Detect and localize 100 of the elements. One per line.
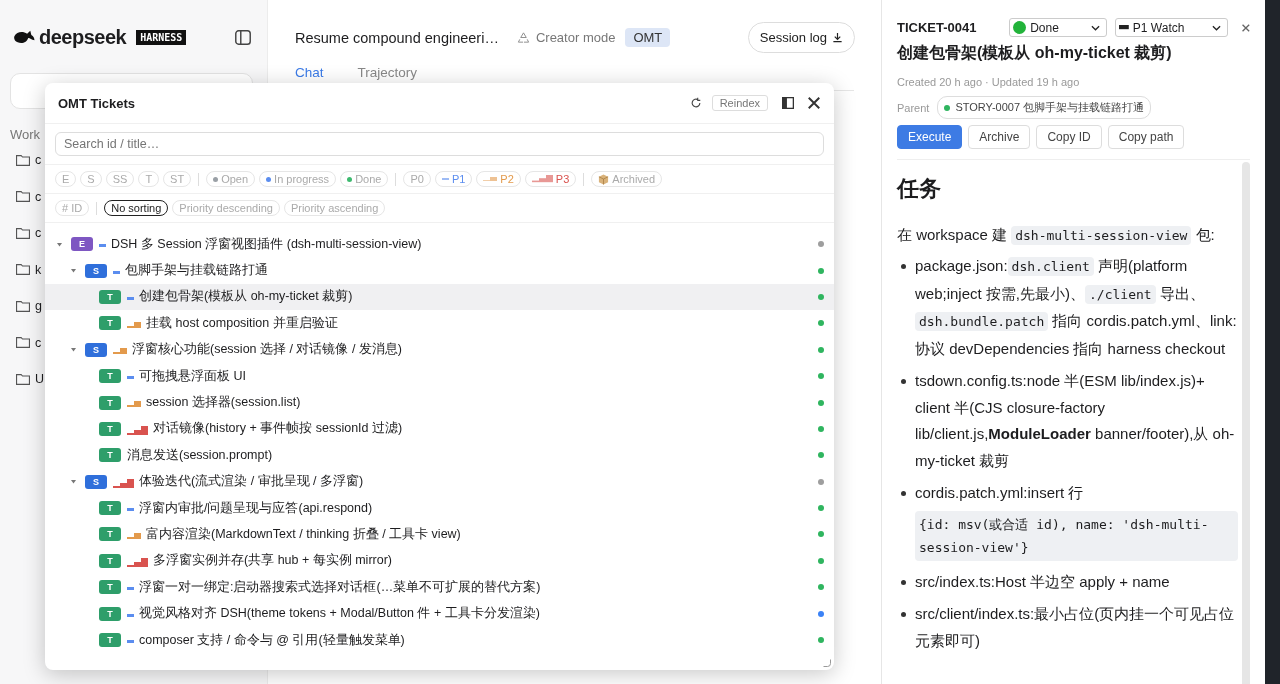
sidebar-toggle-icon[interactable]: [235, 30, 251, 45]
ticket-row[interactable]: T 可拖拽悬浮面板 UI: [45, 362, 834, 390]
ticket-title: 挂载 host composition 并重启验证: [146, 314, 339, 332]
ticket-id: TICKET-0041: [897, 20, 978, 35]
close-icon[interactable]: [808, 97, 820, 109]
dialog-title: OMT Tickets: [58, 95, 137, 111]
scrollbar[interactable]: [1242, 162, 1250, 684]
ticket-title: 包脚手架与挂载链路打通: [125, 262, 269, 280]
ticket-title: DSH 多 Session 浮窗视图插件 (dsh-multi-session-view): [111, 235, 423, 253]
expand-caret-icon[interactable]: [71, 479, 76, 485]
folder-icon: [16, 154, 30, 166]
ticket-row[interactable]: T 富内容渲染(MarkdownText / thinking 折叠 / 工具卡 view): [45, 521, 834, 548]
action-button[interactable]: Archive: [968, 125, 1031, 149]
bullet-dot: [901, 579, 906, 585]
ticket-row[interactable]: T 对话镜像(history + 事件帧按 sessionId 过滤): [45, 415, 834, 443]
mode-label: Creator mode: [535, 30, 616, 45]
folder-icon: [16, 300, 30, 312]
ticket-row[interactable]: S 浮窗核心功能(session 选择 / 对话镜像 / 发消息): [45, 336, 834, 363]
ticket-row[interactable]: T 消息发送(session.prompt): [45, 442, 834, 469]
folder-name[interactable]: c: [35, 226, 42, 241]
reindex-button[interactable]: Reindex: [711, 95, 768, 111]
resize-handle-icon[interactable]: [823, 659, 831, 667]
session-log-button[interactable]: Session log: [747, 22, 855, 53]
bullet-dot: [901, 491, 906, 496]
session-title: Resume compound engineeri…: [295, 29, 499, 46]
ticket-row[interactable]: T 视觉风格对齐 DSH(theme tokens + Modal/Button 件 + 工具卡分发渲染): [45, 600, 834, 627]
folder-icon: [16, 227, 30, 239]
ticket-title: 消息发送(session.prompt): [127, 446, 274, 464]
type-badge: T: [99, 448, 121, 463]
whale-icon: [14, 30, 35, 45]
ticket-row[interactable]: T 多浮窗实例并存(共享 hub + 每实例 mirror): [45, 547, 834, 575]
type-badge: T: [99, 553, 121, 568]
ticket-row[interactable]: T composer 支持 / 命令与 @ 引用(轻量触发菜单): [45, 626, 834, 654]
expand-caret-icon[interactable]: [71, 347, 76, 353]
type-badge: T: [99, 369, 121, 384]
action-button[interactable]: Copy ID: [1036, 125, 1102, 149]
edition-badge: HARNESS: [136, 30, 187, 45]
ticket-title: 体验迭代(流式渲染 / 审批呈现 / 多浮窗): [139, 473, 365, 491]
refresh-icon[interactable]: [689, 97, 702, 109]
ticket-title: 创建包骨架(模板从 oh-my-ticket 裁剪): [897, 43, 1173, 63]
folder-name[interactable]: c: [35, 153, 42, 168]
ticket-title: 浮窗核心功能(session 选择 / 对话镜像 / 发消息): [132, 341, 404, 359]
parent-link[interactable]: STORY-0007 包脚手架与挂载链路打通: [937, 96, 1152, 119]
type-badge: T: [99, 606, 121, 621]
type-badge: T: [99, 395, 121, 410]
section-label: Work: [10, 127, 42, 142]
ticket-title: 浮窗一对一绑定:启动器搜索式选择对话框(…菜单不可扩展的替代方案): [139, 578, 542, 596]
folder-name[interactable]: c: [35, 335, 42, 350]
ticket-title: composer 支持 / 命令与 @ 引用(轻量触发菜单): [139, 631, 406, 649]
ticket-row[interactable]: T 挂载 host composition 并重启验证: [45, 310, 834, 337]
omt-badge: OMT: [625, 28, 671, 47]
action-button[interactable]: Execute: [897, 125, 963, 149]
type-badge: T: [99, 421, 121, 436]
folder-name[interactable]: U: [35, 372, 45, 387]
ticket-title: 多浮窗实例并存(共享 hub + 每实例 mirror): [153, 552, 393, 570]
ticket-row[interactable]: E DSH 多 Session 浮窗视图插件 (dsh-multi-session-view): [45, 231, 834, 258]
parent-label: Parent: [897, 101, 930, 114]
priority-select[interactable]: P1 Watch: [1115, 18, 1229, 37]
box-icon: [598, 173, 610, 185]
type-badge: T: [99, 316, 121, 331]
search-field[interactable]: Search id / title…: [55, 132, 824, 156]
type-badge: S: [85, 474, 107, 489]
bullet-dot: [901, 612, 906, 617]
caret-icon: [1091, 24, 1100, 31]
ticket-row[interactable]: T 创建包骨架(模板从 oh-my-ticket 裁剪): [45, 283, 834, 311]
type-badge: S: [85, 342, 107, 357]
folder-name[interactable]: g: [35, 299, 42, 314]
section-heading: 任务: [897, 175, 942, 203]
priority-bars-icon: [483, 176, 498, 182]
action-button[interactable]: Copy path: [1107, 125, 1185, 149]
folder-icon: [16, 373, 30, 385]
folder-name[interactable]: k: [35, 262, 42, 277]
paragraph: 在 workspace 建 dsh-multi-session-view 包:: [897, 225, 1216, 247]
download-icon: [832, 32, 843, 43]
type-badge: S: [85, 263, 107, 278]
ticket-meta: Created 20 h ago · Updated 19 h ago: [897, 76, 1081, 88]
ticket-row[interactable]: S 包脚手架与挂载链路打通: [45, 257, 834, 284]
ticket-title: 浮窗内审批/问题呈现与应答(api.respond): [139, 499, 374, 517]
ticket-title: session 选择器(session.list): [146, 394, 302, 412]
dock-icon[interactable]: [782, 97, 794, 109]
type-badge: T: [99, 633, 121, 648]
expand-caret-icon[interactable]: [57, 241, 62, 247]
type-badge: E: [71, 237, 93, 252]
ticket-title: 创建包骨架(模板从 oh-my-ticket 裁剪): [139, 288, 354, 306]
bullet-item: src/index.ts:Host 半边空 apply + name: [915, 571, 1171, 592]
ticket-title: 对话镜像(history + 事件帧按 sessionId 过滤): [153, 420, 404, 438]
priority-bars-icon: [441, 177, 449, 181]
type-badge: T: [99, 527, 121, 542]
status-select[interactable]: Done: [1009, 18, 1107, 37]
close-icon[interactable]: [1242, 23, 1250, 32]
ticket-row[interactable]: T session 选择器(session.list): [45, 389, 834, 416]
folder-name[interactable]: c: [35, 189, 42, 204]
ticket-title: 富内容渲染(MarkdownText / thinking 折叠 / 工具卡 view): [146, 526, 462, 543]
ticket-row[interactable]: S 体验迭代(流式渲染 / 审批呈现 / 多浮窗): [45, 468, 834, 495]
priority-bars-icon: [531, 175, 553, 183]
ticket-row[interactable]: T 浮窗内审批/问题呈现与应答(api.respond): [45, 494, 834, 522]
bullet-item: src/client/index.ts:最小占位(页内挂一个可见占位元素即可): [915, 604, 1236, 651]
caret-icon: [1212, 24, 1222, 31]
expand-caret-icon[interactable]: [71, 268, 76, 274]
ticket-row[interactable]: T 浮窗一对一绑定:启动器搜索式选择对话框(…菜单不可扩展的替代方案): [45, 574, 834, 601]
